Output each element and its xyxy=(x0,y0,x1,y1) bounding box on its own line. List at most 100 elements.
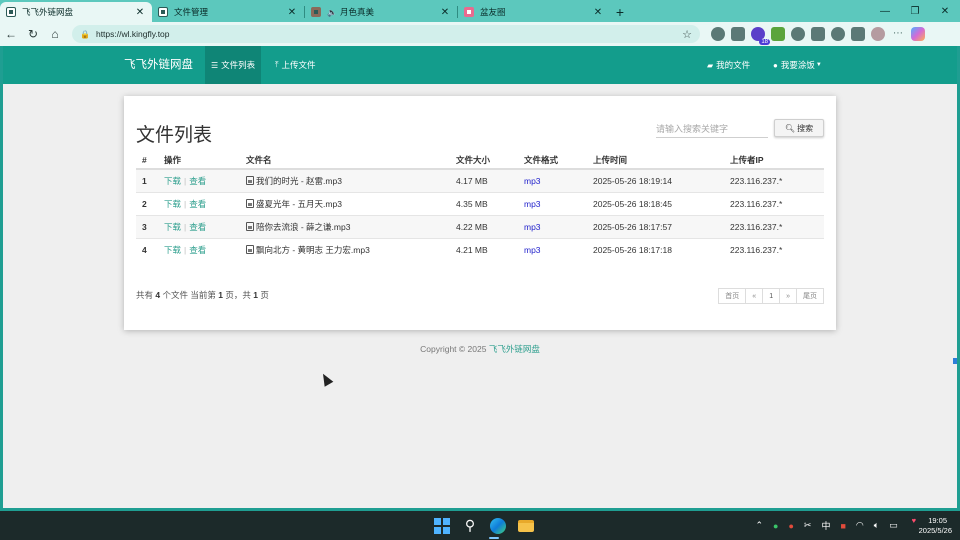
history-icon[interactable] xyxy=(831,27,845,41)
download-link[interactable]: 下载 xyxy=(164,176,181,186)
nav-link-dropdown[interactable]: ● 我要涂饭 ▼ xyxy=(767,46,828,84)
scroll-indicator[interactable] xyxy=(953,358,957,364)
favorites-icon[interactable] xyxy=(811,27,825,41)
browser-tab-strip: 飞飞外链网盘 ✕ 文件管理 ✕ 🔈 月色真美 ✕ 盆友圈 ✕ + — ❐ ✕ xyxy=(0,0,960,22)
first-page-button[interactable]: 首页 xyxy=(718,288,747,304)
next-page-button[interactable]: » xyxy=(779,288,797,304)
search-button[interactable]: 🔍︎ 搜索 xyxy=(774,119,824,137)
volume-icon[interactable]: 🔈︎ xyxy=(874,520,879,531)
ime-indicator[interactable]: 中 xyxy=(821,519,830,532)
wechat-tray-icon[interactable]: ● xyxy=(773,521,778,531)
url-text[interactable]: https://wl.kingfly.top xyxy=(96,29,682,39)
speaker-icon[interactable]: 🔈 xyxy=(327,8,337,17)
windows-taskbar: ⚲ ⌃ ● ● ✂ 中 ■ ◠ 🔈︎ ▭ ♥ 19:05 2025/5/26 xyxy=(0,511,960,540)
app-tray-icon[interactable]: ● xyxy=(788,521,793,531)
system-clock[interactable]: ♥ 19:05 2025/5/26 xyxy=(907,516,952,536)
file-list-panel: 文件列表 🔍︎ 搜索 # 操作 文件名 文件大小 文件格式 上传时间 上传者IP xyxy=(124,96,836,330)
browser-tab[interactable]: 🔈 月色真美 ✕ xyxy=(305,2,457,22)
lock-icon[interactable]: 🔒 xyxy=(80,30,90,39)
browser-tab-active[interactable]: 飞飞外链网盘 ✕ xyxy=(0,2,152,22)
format-link[interactable]: mp3 xyxy=(524,222,541,232)
home-icon[interactable]: ⌂ xyxy=(44,23,66,45)
collections-icon[interactable] xyxy=(851,27,865,41)
download-link[interactable]: 下载 xyxy=(164,222,181,232)
format-link[interactable]: mp3 xyxy=(524,245,541,255)
pager-text: 页，共 xyxy=(225,290,251,300)
uploader-ip: 223.116.237.* xyxy=(724,168,824,192)
format-link[interactable]: mp3 xyxy=(524,199,541,209)
refresh-icon[interactable]: ↻ xyxy=(22,23,44,45)
game-extension-icon[interactable] xyxy=(731,27,745,41)
scissors-tray-icon[interactable]: ✂ xyxy=(804,520,812,531)
tab-close-icon[interactable]: ✕ xyxy=(592,7,604,18)
view-link[interactable]: 查看 xyxy=(189,245,206,255)
download-link[interactable]: 下载 xyxy=(164,245,181,255)
format-link[interactable]: mp3 xyxy=(524,176,541,186)
file-format: mp3 xyxy=(518,214,587,238)
tab-close-icon[interactable]: ✕ xyxy=(439,7,451,18)
app2-tray-icon[interactable]: ■ xyxy=(840,521,845,531)
search-icon: 🔍︎ xyxy=(784,123,796,133)
back-arrow-icon[interactable]: ← xyxy=(0,23,22,45)
pagination: 首页 « 1 » 尾页 xyxy=(718,288,824,304)
last-page-button[interactable]: 尾页 xyxy=(796,288,824,304)
pager-text: 共有 xyxy=(136,290,154,300)
file-format: mp3 xyxy=(518,168,587,192)
table-row: 4 下载 | 查看 飘向北方 - 黄明志 王力宏.mp3 4.21 MB mp3 2… xyxy=(136,237,824,261)
system-tray: ⌃ ● ● ✂ 中 ■ ◠ 🔈︎ ▭ ♥ 19:05 2025/5/26 xyxy=(750,511,960,540)
profile-avatar[interactable] xyxy=(871,27,885,41)
battery-icon[interactable]: ▭ xyxy=(889,520,898,531)
row-actions: 下载 | 查看 xyxy=(158,168,240,192)
view-link[interactable]: 查看 xyxy=(189,176,206,186)
search-input[interactable] xyxy=(656,120,768,138)
notification-extension-icon[interactable]: 18 xyxy=(751,27,770,45)
page-count: 1 xyxy=(253,290,258,300)
more-menu-icon[interactable]: ⋯ xyxy=(891,27,905,41)
action-separator: | xyxy=(184,244,187,255)
file-name-cell: 盛夏光年 - 五月天.mp3 xyxy=(240,191,450,215)
folder-icon: ▰ xyxy=(707,60,714,70)
column-header: 文件名 xyxy=(240,151,450,170)
total-count: 4 xyxy=(155,290,161,300)
current-page: 1 xyxy=(218,290,223,300)
tab-label: 飞飞外链网盘 xyxy=(22,7,74,17)
settings-extension-icon[interactable] xyxy=(791,27,805,41)
action-separator: | xyxy=(184,221,187,232)
site-brand[interactable]: 飞飞外链网盘 xyxy=(124,46,193,84)
table-row: 1 下载 | 查看 我们的时光 - 赵雷.mp3 4.17 MB mp3 2025-… xyxy=(136,168,824,192)
action-separator: | xyxy=(184,198,187,209)
audio-file-icon xyxy=(246,175,254,185)
new-tab-icon[interactable]: + xyxy=(610,2,630,22)
page-1-button[interactable]: 1 xyxy=(762,288,781,304)
tab-close-icon[interactable]: ✕ xyxy=(286,7,298,18)
nav-link-my-files[interactable]: ▰ 我的文件 xyxy=(701,46,756,84)
table-row: 2 下载 | 查看 盛夏光年 - 五月天.mp3 4.35 MB mp3 2025-… xyxy=(136,191,824,215)
wifi-icon[interactable]: ◠ xyxy=(856,520,864,531)
favorite-star-icon[interactable]: ☆ xyxy=(682,28,692,41)
prev-page-button[interactable]: « xyxy=(745,288,764,304)
audio-file-icon xyxy=(246,244,254,254)
download-link[interactable]: 下载 xyxy=(164,199,181,209)
start-icon[interactable] xyxy=(432,516,452,536)
minimize-icon[interactable]: — xyxy=(870,0,900,22)
table-row: 3 下载 | 查看 陪你去流浪 - 薛之谦.mp3 4.22 MB mp3 2025… xyxy=(136,214,824,238)
search-icon[interactable]: ⚲ xyxy=(460,516,480,536)
restore-icon[interactable]: ❐ xyxy=(900,0,930,22)
tab-close-icon[interactable]: ✕ xyxy=(134,7,146,18)
copilot-icon[interactable] xyxy=(911,27,925,41)
close-window-icon[interactable]: ✕ xyxy=(930,0,960,22)
view-link[interactable]: 查看 xyxy=(189,222,206,232)
browser-tab[interactable]: 盆友圈 ✕ xyxy=(458,2,610,22)
file-explorer-icon[interactable] xyxy=(516,516,536,536)
address-bar[interactable]: 🔒 https://wl.kingfly.top ☆ xyxy=(72,25,700,43)
footer-site-link[interactable]: 飞飞外链网盘 xyxy=(489,344,540,354)
view-link[interactable]: 查看 xyxy=(189,199,206,209)
chevron-up-icon[interactable]: ⌃ xyxy=(755,520,763,531)
edge-browser-icon[interactable] xyxy=(488,516,508,536)
file-size: 4.17 MB xyxy=(450,168,518,192)
shield-extension-icon[interactable] xyxy=(711,27,725,41)
green-extension-icon[interactable] xyxy=(771,27,785,41)
nav-link-upload[interactable]: ⤒ 上传文件 xyxy=(269,46,322,84)
nav-link-file-list[interactable]: ☰ 文件列表 xyxy=(205,46,262,84)
browser-tab[interactable]: 文件管理 ✕ xyxy=(152,2,304,22)
